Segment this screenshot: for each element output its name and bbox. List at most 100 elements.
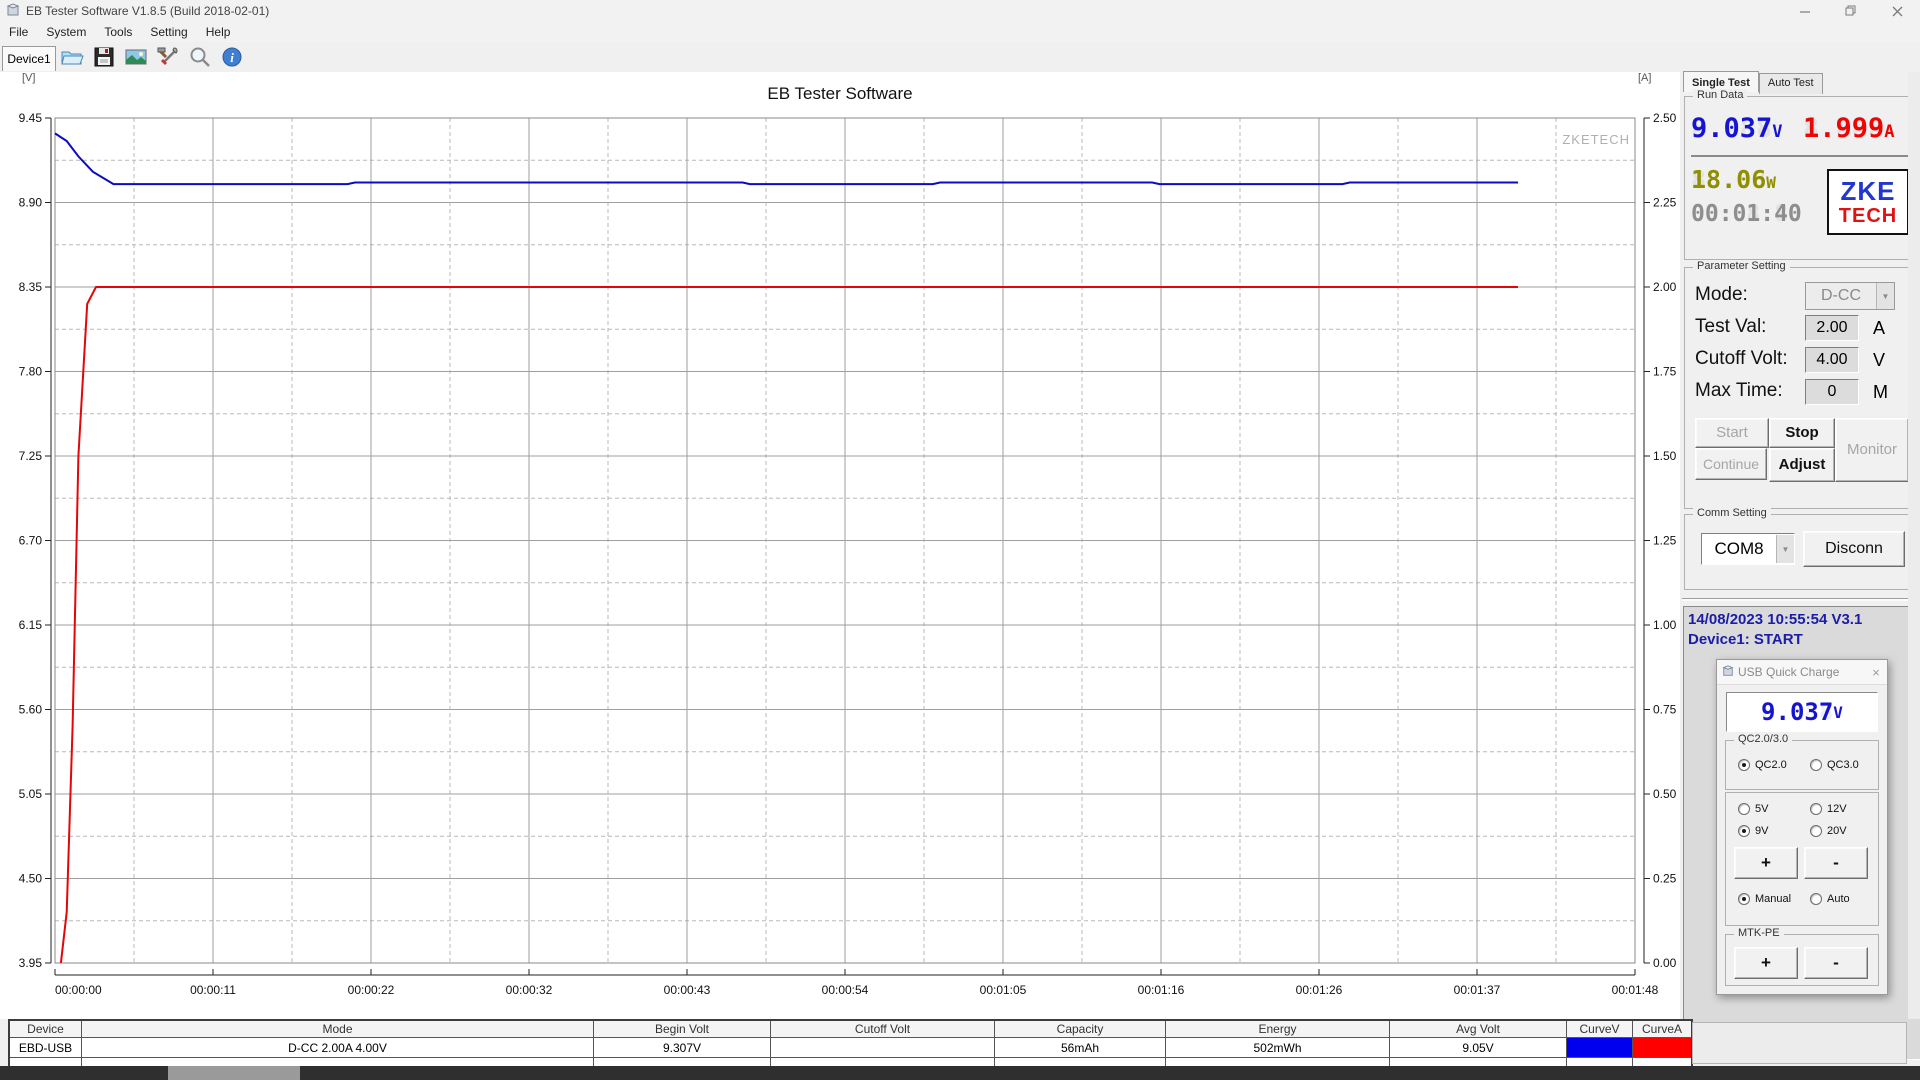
cell-energy: 502mWh bbox=[1166, 1038, 1390, 1058]
cell-capacity: 56mAh bbox=[995, 1038, 1166, 1058]
app-window: EB Tester Software V1.8.5 (Build 2018-02… bbox=[0, 0, 1920, 1080]
parameter-setting-caption: Parameter Setting bbox=[1693, 260, 1790, 272]
radio-20v[interactable]: 20V bbox=[1810, 825, 1847, 837]
mtk-pe-caption: MTK-PE bbox=[1734, 927, 1784, 939]
continue-button[interactable]: Continue bbox=[1695, 448, 1767, 480]
svg-text:5.05: 5.05 bbox=[19, 787, 43, 801]
window-title: EB Tester Software V1.8.5 (Build 2018-02… bbox=[26, 4, 270, 18]
svg-text:1.50: 1.50 bbox=[1653, 449, 1677, 463]
minimize-button[interactable] bbox=[1782, 0, 1828, 22]
menu-item-help[interactable]: Help bbox=[197, 23, 240, 41]
col-header-cutoff-volt: Cutoff Volt bbox=[771, 1021, 995, 1038]
maxtime-unit: M bbox=[1873, 382, 1888, 402]
cell-cutoff-volt bbox=[771, 1038, 995, 1058]
cell-mode: D-CC 2.00A 4.00V bbox=[82, 1038, 594, 1058]
mode-select[interactable]: D-CC ▼ bbox=[1805, 282, 1895, 310]
start-button[interactable]: Start bbox=[1695, 418, 1769, 448]
svg-text:00:00:11: 00:00:11 bbox=[190, 983, 236, 997]
menu-bar: File System Tools Setting Help bbox=[0, 22, 1920, 42]
voltage-unit: V bbox=[1772, 122, 1783, 142]
log-line-2: Device1: START bbox=[1688, 631, 1803, 649]
svg-text:1.00: 1.00 bbox=[1653, 618, 1677, 632]
run-data-caption: Run Data bbox=[1693, 89, 1748, 101]
svg-text:7.25: 7.25 bbox=[19, 449, 43, 463]
cutoff-input[interactable]: 4.00 bbox=[1805, 347, 1859, 373]
radio-auto[interactable]: Auto bbox=[1810, 893, 1850, 905]
col-header-begin-volt: Begin Volt bbox=[594, 1021, 771, 1038]
close-button[interactable] bbox=[1874, 0, 1920, 22]
svg-text:6.70: 6.70 bbox=[19, 534, 43, 548]
taskbar-active-app bbox=[168, 1066, 300, 1080]
image-icon[interactable] bbox=[123, 44, 149, 70]
svg-text:7.80: 7.80 bbox=[19, 365, 43, 379]
col-header-curvev: CurveV bbox=[1567, 1021, 1633, 1038]
radio-5v[interactable]: 5V bbox=[1738, 803, 1768, 815]
tab-device1[interactable]: Device1 bbox=[2, 46, 56, 71]
title-bar: EB Tester Software V1.8.5 (Build 2018-02… bbox=[0, 0, 1920, 22]
dialog-title-bar[interactable]: USB Quick Charge × bbox=[1717, 660, 1887, 685]
restore-button[interactable] bbox=[1828, 0, 1874, 22]
app-icon bbox=[6, 2, 20, 20]
dialog-icon bbox=[1722, 664, 1734, 680]
svg-text:2.00: 2.00 bbox=[1653, 280, 1677, 294]
qc-voltage-group: 5V 12V 9V 20V + - Manual Auto bbox=[1725, 792, 1879, 926]
svg-text:2.25: 2.25 bbox=[1653, 196, 1677, 210]
run-data-group: Run Data 8.888 9.037V 8.888 1.999A 88.88 18… bbox=[1684, 89, 1918, 260]
adjust-button[interactable]: Adjust bbox=[1769, 448, 1835, 482]
maxtime-input[interactable]: 0 bbox=[1805, 379, 1859, 405]
cell-avg-volt: 9.05V bbox=[1390, 1038, 1567, 1058]
mtk-plus-button[interactable]: + bbox=[1734, 947, 1798, 979]
zoom-icon[interactable] bbox=[187, 44, 213, 70]
curvea-color-swatch bbox=[1633, 1038, 1691, 1058]
testval-input[interactable]: 2.00 bbox=[1805, 315, 1859, 341]
cell-device: EBD-USB bbox=[10, 1038, 82, 1058]
radio-manual[interactable]: Manual bbox=[1738, 893, 1791, 905]
disconnect-button[interactable]: Disconn bbox=[1803, 531, 1905, 567]
radio-12v[interactable]: 12V bbox=[1810, 803, 1847, 815]
save-icon[interactable] bbox=[91, 44, 117, 70]
menu-item-setting[interactable]: Setting bbox=[141, 23, 196, 41]
qc-plus-button[interactable]: + bbox=[1734, 847, 1798, 879]
com-port-select[interactable]: COM8 ▼ bbox=[1701, 533, 1795, 565]
current-display: 1.999 bbox=[1803, 113, 1885, 144]
mtk-pe-group: MTK-PE + - bbox=[1725, 927, 1879, 986]
menu-item-system[interactable]: System bbox=[37, 23, 95, 41]
info-icon[interactable]: i bbox=[219, 44, 245, 70]
dialog-title: USB Quick Charge bbox=[1738, 665, 1840, 679]
tab-auto-test[interactable]: Auto Test bbox=[1758, 73, 1823, 94]
radio-qc30[interactable]: QC3.0 bbox=[1810, 759, 1859, 771]
parameter-setting-group: Parameter Setting Mode: D-CC ▼ Test Val:… bbox=[1684, 260, 1918, 509]
cell-begin-volt: 9.307V bbox=[594, 1038, 771, 1058]
svg-text:6.15: 6.15 bbox=[19, 618, 43, 632]
time-display: 00:01:40 bbox=[1691, 201, 1802, 227]
tools-icon[interactable] bbox=[155, 44, 181, 70]
svg-text:4.50: 4.50 bbox=[19, 872, 43, 886]
dialog-close-icon[interactable]: × bbox=[1865, 665, 1887, 680]
col-header-mode: Mode bbox=[82, 1021, 594, 1038]
menu-item-tools[interactable]: Tools bbox=[95, 23, 141, 41]
col-header-avg-volt: Avg Volt bbox=[1390, 1021, 1567, 1038]
svg-text:0.75: 0.75 bbox=[1653, 703, 1677, 717]
svg-text:5.60: 5.60 bbox=[19, 703, 43, 717]
stop-button[interactable]: Stop bbox=[1769, 418, 1835, 448]
open-folder-icon[interactable] bbox=[59, 44, 85, 70]
zketech-logo: ZKE TECH bbox=[1827, 169, 1909, 235]
menu-item-file[interactable]: File bbox=[0, 23, 37, 41]
svg-text:i: i bbox=[230, 50, 234, 65]
svg-text:00:00:00: 00:00:00 bbox=[55, 983, 102, 997]
col-header-device: Device bbox=[10, 1021, 82, 1038]
chart-plot: 9.45 8.90 8.35 7.80 7.25 6.70 6.15 5.60 5.05 4.50… bbox=[19, 111, 1677, 997]
mtk-minus-button[interactable]: - bbox=[1804, 947, 1868, 979]
radio-9v[interactable]: 9V bbox=[1738, 825, 1768, 837]
run-data-divider bbox=[1691, 155, 1909, 157]
svg-text:00:00:43: 00:00:43 bbox=[664, 983, 711, 997]
svg-text:1.25: 1.25 bbox=[1653, 534, 1677, 548]
cutoff-label: Cutoff Volt: bbox=[1695, 348, 1788, 369]
qc-minus-button[interactable]: - bbox=[1804, 847, 1868, 879]
svg-text:0.25: 0.25 bbox=[1653, 872, 1677, 886]
radio-qc20[interactable]: QC2.0 bbox=[1738, 759, 1787, 771]
svg-text:0.00: 0.00 bbox=[1653, 956, 1677, 970]
svg-text:00:01:48: 00:01:48 bbox=[1612, 983, 1659, 997]
table-side-panel bbox=[1692, 1022, 1907, 1064]
monitor-button[interactable]: Monitor bbox=[1835, 418, 1909, 482]
